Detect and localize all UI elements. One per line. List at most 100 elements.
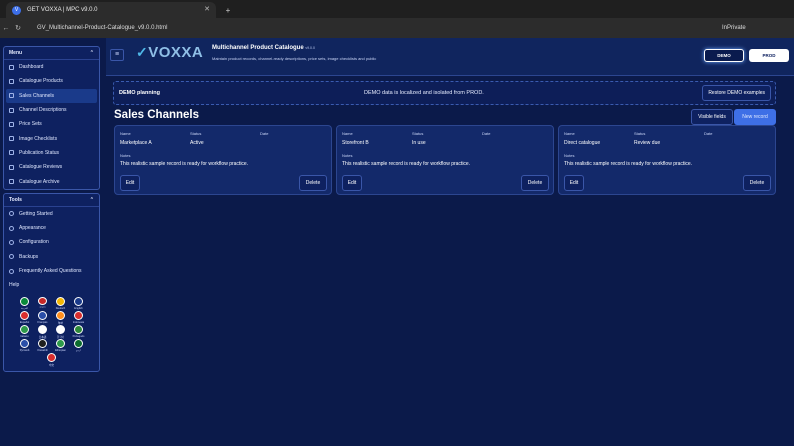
sidebar-item-configuration[interactable]: Configuration [4,235,99,249]
logo-text: VOXXA [148,44,204,61]
visible-fields-button[interactable]: Visible fields [691,109,733,125]
sidebar-item-appearance[interactable]: Appearance [4,221,99,235]
reload-icon[interactable]: ↻ [12,24,24,32]
channel-icon [9,93,14,99]
ethiopia-flag-icon [56,339,65,349]
bangladesh-flag-icon [38,297,47,306]
sidebar-item-label: Configuration [19,239,49,246]
back-icon[interactable]: ← [0,25,12,32]
new-tab-button[interactable]: + [220,2,236,18]
notes-label: Notes [342,153,353,158]
new-record-button[interactable]: New record [734,109,776,125]
sidebar-item-catalogue-archive[interactable]: Catalogue Archive [4,174,99,188]
germany-flag[interactable]: Deutsch [52,297,70,311]
flag-label: Kiswahili [37,349,48,353]
edit-button[interactable]: Edit [120,175,140,191]
flag-label: Italiano [20,335,29,339]
italy-flag[interactable]: Italiano [16,325,34,339]
menu-toggle-icon[interactable]: ≡ [110,49,124,61]
sidebar-item-image-checklists[interactable]: Image Checklists [4,131,99,145]
flag-label: Русский [19,349,30,353]
status-label: Status [634,131,646,136]
record-card: Name Storefront B Status In use Date Notes Thi… [336,125,554,195]
sidebar-item-backups[interactable]: Backups [4,250,99,264]
name-label: Name [564,131,575,136]
sidebar-item-dashboard[interactable]: Dashboard [4,60,99,74]
delete-button[interactable]: Delete [743,175,771,191]
india-flag[interactable]: हिन्दी [52,311,70,325]
flag-label: Ethiopian [55,349,66,353]
korea-flag[interactable]: 한국어 [52,325,70,339]
korea-flag-icon [56,325,65,335]
record-notes: This realistic sample record is ready fo… [342,161,471,167]
record-name: Marketplace A [120,140,152,146]
india-flag-icon [56,311,65,321]
record-status: Review due [634,140,661,146]
sidebar-item-channel-descriptions[interactable]: Channel Descriptions [4,103,99,117]
sidebar-item-sales-channels[interactable]: Sales Channels [6,88,97,103]
demo-mode-button[interactable]: DEMO [704,49,744,62]
sidebar-item-label: Backups [19,253,39,260]
flag-label: Indonesia [72,321,85,325]
italy-flag-icon [20,325,29,335]
prod-mode-button[interactable]: PROD [749,49,789,62]
spain-flag[interactable]: Español [16,311,34,325]
menu-panel-header[interactable]: Menu ⌃ [4,47,99,60]
flag-label: Español [19,321,30,325]
kenya-flag[interactable]: Kiswahili [34,339,52,353]
sidebar-item-price-sets[interactable]: Price Sets [4,117,99,131]
tools-title: Tools [9,196,22,203]
restore-demo-button[interactable]: Restore DEMO examples [702,85,771,101]
flag-label: اردو [76,349,81,353]
url-field[interactable]: GV_Multichannel-Product-Catalogue_v9.0.0… [32,21,722,35]
portugal-flag[interactable]: Português [70,325,88,339]
image-icon [9,136,14,142]
russia-flag[interactable]: Русский [16,339,34,353]
france-flag-icon [38,311,47,321]
sidebar-item-getting-started[interactable]: Getting Started [4,207,99,221]
france-flag[interactable]: Français [34,311,52,325]
record-status: In use [412,140,426,146]
ethiopia-flag[interactable]: Ethiopian [52,339,70,353]
browser-tab[interactable]: V GET VOXXA | MPC v9.0.0 ✕ [6,2,216,18]
dashboard-icon [9,64,14,70]
china-flag[interactable]: 中文 [43,353,61,367]
russia-flag-icon [20,339,29,349]
flag-label: العربية [20,307,29,311]
archive-icon [9,179,14,185]
tools-list: Getting Started Appearance Configuration Ba… [4,207,99,293]
sidebar-item-frequently-asked-questions[interactable]: Frequently Asked Questions [4,264,99,278]
bangladesh-flag[interactable]: বাংলা [34,297,52,311]
japan-flag[interactable]: 日本語 [34,325,52,339]
saudi-flag[interactable]: العربية [16,297,34,311]
uk-flag[interactable]: English [70,297,88,311]
edit-button[interactable]: Edit [564,175,584,191]
sidebar-item-help[interactable]: Help [4,278,99,292]
sidebar-item-label: Frequently Asked Questions [19,268,82,274]
sidebar: Menu ⌃ Dashboard Catalogue Products Sales … [3,46,100,375]
name-label: Name [342,131,353,136]
version-label: v9.0.0 [305,46,315,50]
section-title: Sales Channels [114,109,200,121]
app-header: ≡ ✓VOXXA Multichannel Product Catalogue … [106,38,794,76]
question-icon [9,268,14,274]
close-tab-icon[interactable]: ✕ [204,5,210,13]
japan-flag-icon [38,325,47,335]
pakistan-flag[interactable]: اردو [70,339,88,353]
indonesia-flag[interactable]: Indonesia [70,311,88,325]
menu-list: Dashboard Catalogue Products Sales Channel… [4,60,99,189]
flag-label: English [74,307,83,311]
menu-panel: Menu ⌃ Dashboard Catalogue Products Sales … [3,46,100,190]
sidebar-item-catalogue-products[interactable]: Catalogue Products [4,74,99,88]
notes-label: Notes [564,153,575,158]
sidebar-item-label: Appearance [19,225,46,232]
sidebar-item-publication-status[interactable]: Publication Status [4,146,99,160]
delete-button[interactable]: Delete [299,175,327,191]
delete-button[interactable]: Delete [521,175,549,191]
edit-button[interactable]: Edit [342,175,362,191]
kenya-flag-icon [38,339,47,349]
tools-panel-header[interactable]: Tools ⌃ [4,194,99,207]
sidebar-item-catalogue-reviews[interactable]: Catalogue Reviews [4,160,99,174]
app-title: Multichannel Product Catalogue [212,45,304,51]
page-title: Multichannel Product Catalogue v9.0.0 [212,45,315,51]
